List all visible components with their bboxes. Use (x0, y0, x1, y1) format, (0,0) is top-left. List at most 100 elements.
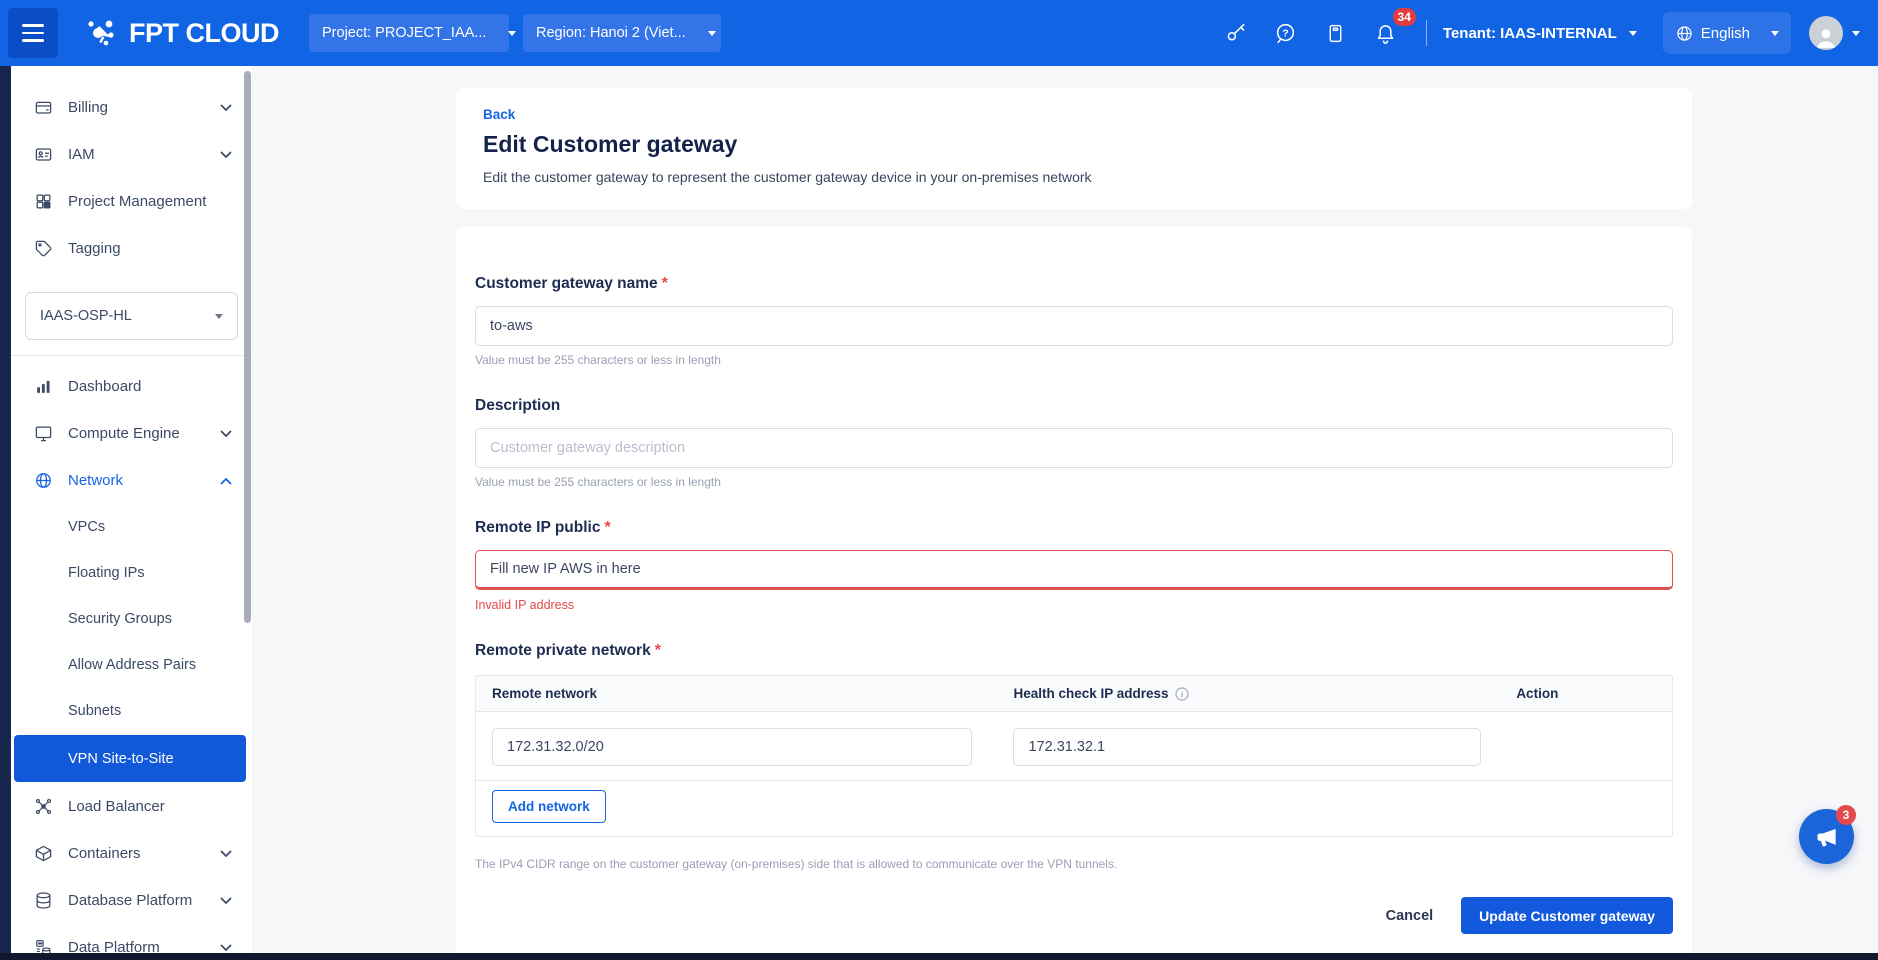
globe-icon (1675, 24, 1694, 43)
hamburger-menu-icon[interactable] (8, 8, 58, 58)
tag-icon (33, 239, 53, 259)
support-chat-icon[interactable]: ? (1268, 15, 1304, 51)
fpt-cloud-logo-icon (84, 15, 120, 51)
main-content: Back Edit Customer gateway Edit the cust… (252, 66, 1878, 960)
action-header: Action (1516, 686, 1558, 701)
sidebar-item-vpn-site-to-site[interactable]: VPN Site-to-Site (14, 735, 246, 782)
sidebar-item-iam[interactable]: IAM (11, 131, 252, 178)
chevron-down-icon (220, 850, 232, 858)
update-customer-gateway-button[interactable]: Update Customer gateway (1461, 897, 1673, 934)
edit-gateway-form-card: Customer gateway name* Value must be 255… (456, 227, 1692, 960)
table-row (476, 712, 1672, 781)
database-icon (33, 891, 53, 911)
remote-ip-input[interactable] (475, 550, 1673, 590)
sidebar: Billing IAM Project Management Tagging I… (11, 66, 252, 960)
chevron-down-icon (215, 314, 223, 319)
sidebar-item-floating-ips[interactable]: Floating IPs (11, 550, 252, 596)
language-label: English (1701, 25, 1750, 42)
network-globe-icon (33, 471, 53, 491)
brand-logo[interactable]: FPT CLOUD (84, 15, 279, 51)
avatar (1809, 16, 1843, 50)
cancel-button[interactable]: Cancel (1386, 908, 1434, 924)
iam-icon (33, 145, 53, 165)
docs-icon[interactable] (1318, 15, 1354, 51)
required-asterisk: * (604, 519, 610, 536)
remote-ip-error: Invalid IP address (475, 598, 1673, 612)
chevron-down-icon (1629, 31, 1637, 36)
chevron-down-icon (1771, 31, 1779, 36)
description-helper: Value must be 255 characters or less in … (475, 475, 1673, 489)
sidebar-divider (11, 355, 252, 356)
remote-network-input[interactable] (492, 728, 972, 766)
sidebar-item-project-management[interactable]: Project Management (11, 178, 252, 225)
remote-network-header: Remote network (492, 686, 597, 701)
chevron-down-icon (1852, 31, 1860, 36)
sidebar-item-load-balancer[interactable]: Load Balancer (11, 783, 252, 830)
load-balancer-icon (33, 797, 53, 817)
top-bar: FPT CLOUD Project: PROJECT_IAA... Region… (0, 0, 1878, 66)
required-asterisk: * (662, 275, 668, 292)
info-icon[interactable]: i (1175, 687, 1189, 701)
table-header-row: Remote network Health check IP address i… (476, 676, 1672, 712)
chevron-down-icon (508, 31, 516, 36)
description-group: Description Value must be 255 characters… (475, 397, 1673, 489)
health-check-header: Health check IP address (1013, 686, 1168, 701)
project-management-icon (33, 192, 53, 212)
sidebar-item-billing[interactable]: Billing (11, 84, 252, 131)
megaphone-icon (1814, 824, 1840, 850)
gateway-name-helper: Value must be 255 characters or less in … (475, 353, 1673, 367)
form-actions: Cancel Update Customer gateway (475, 897, 1673, 934)
svg-text:i: i (1180, 689, 1183, 699)
remote-ip-group: Remote IP public* Invalid IP address (475, 519, 1673, 612)
sidebar-item-compute-engine[interactable]: Compute Engine (11, 410, 252, 457)
chevron-down-icon (708, 31, 716, 36)
announcements-button[interactable]: 3 (1799, 809, 1854, 864)
api-key-icon[interactable] (1218, 15, 1254, 51)
bottom-edge-bar (0, 953, 1878, 960)
chevron-down-icon (220, 430, 232, 438)
back-link[interactable]: Back (483, 107, 515, 122)
language-selector[interactable]: English (1663, 12, 1791, 54)
chevron-down-icon (220, 944, 232, 952)
gateway-name-label: Customer gateway name (475, 275, 658, 292)
sidebar-item-containers[interactable]: Containers (11, 830, 252, 877)
sidebar-item-allow-address-pairs[interactable]: Allow Address Pairs (11, 642, 252, 688)
sidebar-item-vpcs[interactable]: VPCs (11, 504, 252, 550)
region-selector[interactable]: Region: Hanoi 2 (Viet... (523, 14, 721, 52)
action-cell (1516, 728, 1656, 766)
sidebar-item-dashboard[interactable]: Dashboard (11, 363, 252, 410)
sidebar-item-database-platform[interactable]: Database Platform (11, 877, 252, 924)
remote-private-network-label: Remote private network (475, 642, 651, 659)
brand-name: FPT CLOUD (129, 18, 279, 49)
account-menu[interactable] (1809, 16, 1860, 50)
left-edge-strip (0, 66, 11, 960)
chevron-down-icon (220, 104, 232, 112)
tenant-selector[interactable]: Tenant: IAAS-INTERNAL (1443, 25, 1637, 42)
announcement-count-badge: 3 (1836, 805, 1856, 825)
description-label: Description (475, 397, 560, 414)
gateway-name-input[interactable] (475, 306, 1673, 346)
sidebar-item-security-groups[interactable]: Security Groups (11, 596, 252, 642)
app-shell: Billing IAM Project Management Tagging I… (0, 66, 1878, 960)
sidebar-item-tagging[interactable]: Tagging (11, 225, 252, 272)
sidebar-item-subnets[interactable]: Subnets (11, 688, 252, 734)
sidebar-item-network[interactable]: Network (11, 457, 252, 504)
svg-text:?: ? (1283, 27, 1289, 39)
health-check-ip-input[interactable] (1013, 728, 1481, 766)
gateway-name-group: Customer gateway name* Value must be 255… (475, 275, 1673, 367)
cidr-helper-text: The IPv4 CIDR range on the customer gate… (475, 857, 1673, 871)
page-subtitle: Edit the customer gateway to represent t… (483, 169, 1665, 185)
description-input[interactable] (475, 428, 1673, 468)
remote-network-table: Remote network Health check IP address i… (475, 675, 1673, 837)
dashboard-icon (33, 377, 53, 397)
notification-count-badge: 34 (1393, 8, 1416, 26)
header-divider (1426, 20, 1427, 46)
sidebar-project-dropdown[interactable]: IAAS-OSP-HL (25, 292, 238, 340)
notifications-bell-icon[interactable]: 34 (1368, 15, 1404, 51)
table-footer: Add network (476, 781, 1672, 836)
add-network-button[interactable]: Add network (492, 790, 606, 823)
chevron-up-icon (220, 477, 232, 485)
billing-icon (33, 98, 53, 118)
chevron-down-icon (220, 151, 232, 159)
project-selector[interactable]: Project: PROJECT_IAA... (309, 14, 509, 52)
